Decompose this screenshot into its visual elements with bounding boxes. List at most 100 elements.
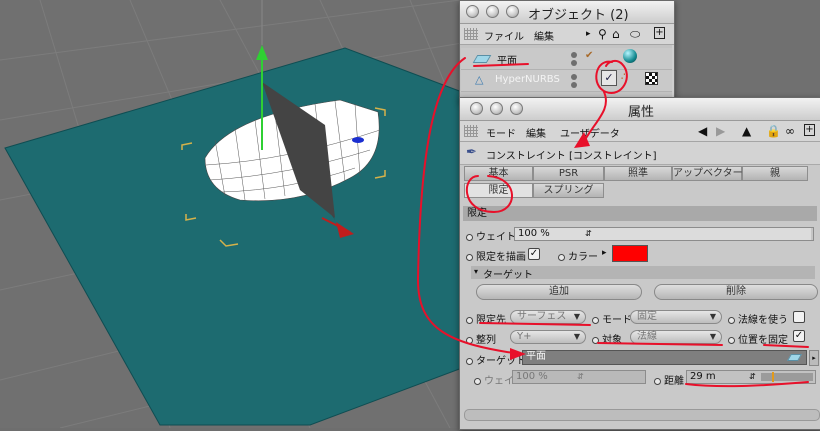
phong-tag-icon[interactable]: ✔ xyxy=(585,50,593,61)
home-icon[interactable]: ⌂ xyxy=(612,27,620,41)
menu-edit[interactable]: 編集 xyxy=(526,125,546,140)
zoom-button[interactable] xyxy=(510,102,523,115)
checker-tag-icon[interactable] xyxy=(645,72,658,85)
limit-to-label: 限定先 xyxy=(466,311,506,326)
link-icon[interactable]: ∞ xyxy=(785,124,795,138)
use-normal-checkbox[interactable] xyxy=(793,311,805,323)
color-swatch[interactable] xyxy=(612,245,648,262)
tab-parent[interactable]: 親 xyxy=(742,166,808,181)
target-link-value: 平面 xyxy=(526,351,546,362)
object-manager-title: オブジェクト (2) xyxy=(528,8,629,23)
plane-object-icon xyxy=(786,354,803,361)
object-row-plane[interactable]: 平面 ✔ xyxy=(461,48,672,70)
target-link-field[interactable]: 平面 xyxy=(522,350,807,365)
lock-icon[interactable]: 🔒 xyxy=(766,124,781,138)
tab-clamp[interactable]: 限定 xyxy=(464,183,533,198)
minimize-button[interactable] xyxy=(486,5,499,18)
constraint-tag-icon: ✒ xyxy=(466,145,477,160)
tag-title: コンストレイント [コンストレイント] xyxy=(486,151,657,162)
limit-to-value: サーフェス xyxy=(517,311,567,322)
weight-fill xyxy=(515,228,811,240)
target-axis-label: 対象 xyxy=(592,331,622,346)
expand-arrow-icon[interactable]: ▸ xyxy=(809,350,819,366)
back-arrow-icon[interactable]: ◀ xyxy=(698,124,707,138)
lock-position-checkbox[interactable]: ✓ xyxy=(793,330,805,342)
close-button[interactable] xyxy=(470,102,483,115)
align-dropdown[interactable]: Y+ ▼ xyxy=(510,330,586,344)
render-dot[interactable] xyxy=(571,82,577,88)
object-row-hypernurbs[interactable]: △ HyperNURBS ✓ ∴ xyxy=(461,70,672,92)
new-window-icon[interactable]: + xyxy=(804,124,815,136)
grip-icon[interactable] xyxy=(464,125,478,137)
tab-aim[interactable]: 照準 xyxy=(604,166,672,181)
target-group-label: ターゲット xyxy=(483,270,533,281)
distance-label: 距離 xyxy=(654,372,684,387)
object-manager-window: オブジェクト (2) ファイル 編集 ▸ ⚲ ⌂ ⬭ + 平面 ✔ △ Hype… xyxy=(459,0,675,102)
attributes-title: 属性 xyxy=(628,105,655,120)
distance-slider-knob[interactable] xyxy=(772,372,774,382)
color-label: カラー xyxy=(558,248,598,263)
target-axis-dropdown[interactable]: 法線 ▼ xyxy=(630,330,722,344)
menu-file[interactable]: ファイル xyxy=(484,28,524,43)
add-button[interactable]: 追加 xyxy=(476,284,642,300)
spin-arrows-icon[interactable]: ⇵ xyxy=(577,371,584,383)
attributes-window: 属性 モード 編集 ユーザデータ ◀ ▶ ▲ 🔒 ∞ + ✒ コンストレイント … xyxy=(459,97,820,430)
hypernurbs-icon: △ xyxy=(475,73,484,86)
align-value: Y+ xyxy=(517,331,532,342)
attributes-scrollbar[interactable] xyxy=(464,409,820,421)
new-window-icon[interactable]: + xyxy=(654,27,665,39)
menu-edit[interactable]: 編集 xyxy=(534,28,554,43)
menu-user-data[interactable]: ユーザデータ xyxy=(560,125,620,140)
up-arrow-icon[interactable]: ▲ xyxy=(742,124,751,138)
constraint-tag-icon[interactable]: ✓ xyxy=(601,70,617,86)
weight-field[interactable]: 100 % ⇵ xyxy=(514,227,814,241)
limit-to-dropdown[interactable]: サーフェス ▼ xyxy=(510,310,586,324)
weight2-value: 100 % xyxy=(516,371,548,382)
tab-psr[interactable]: PSR xyxy=(533,166,604,181)
mode-dropdown[interactable]: 固定 ▼ xyxy=(630,310,722,324)
weight2-field[interactable]: 100 % ⇵ xyxy=(512,370,646,384)
draw-limit-label: 限定を描画 xyxy=(466,248,526,263)
target-group-header[interactable]: ▾ ターゲット xyxy=(471,266,815,281)
nodes-tag-icon[interactable]: ∴ xyxy=(621,70,628,83)
close-button[interactable] xyxy=(466,5,479,18)
play-arrow-icon[interactable]: ▸ xyxy=(586,29,591,39)
object-label-hypernurbs: HyperNURBS xyxy=(495,74,560,85)
distance-value: 29 m xyxy=(690,371,716,382)
forward-arrow-icon[interactable]: ▶ xyxy=(716,124,725,138)
use-normal-label: 法線を使う xyxy=(728,311,788,326)
delete-button[interactable]: 削除 xyxy=(654,284,818,300)
minimize-button[interactable] xyxy=(490,102,503,115)
visibility-dot[interactable] xyxy=(571,52,577,58)
distance-slider-track[interactable] xyxy=(761,372,813,382)
section-title: 限定 xyxy=(463,206,817,221)
plane-object-icon xyxy=(472,55,492,63)
ellipse-icon[interactable]: ⬭ xyxy=(630,27,640,42)
spin-arrows-icon[interactable]: ⇵ xyxy=(585,228,592,240)
distance-field[interactable]: 29 m ⇵ xyxy=(686,370,816,384)
target-axis-value: 法線 xyxy=(637,331,657,342)
mode-value: 固定 xyxy=(637,311,657,322)
weight-value: 100 % xyxy=(518,228,550,239)
tab-basic[interactable]: 基本 xyxy=(464,166,533,181)
color-expand-icon[interactable]: ▸ xyxy=(602,248,607,258)
object-label-plane: 平面 xyxy=(497,56,517,67)
grip-icon[interactable] xyxy=(464,28,478,40)
tab-up-vector[interactable]: アップベクター xyxy=(672,166,743,181)
menu-mode[interactable]: モード xyxy=(486,125,516,140)
visibility-dot[interactable] xyxy=(571,74,577,80)
zoom-button[interactable] xyxy=(506,5,519,18)
spin-arrows-icon[interactable]: ⇵ xyxy=(749,371,756,383)
render-dot[interactable] xyxy=(571,60,577,66)
target-label: ターゲット xyxy=(466,352,526,367)
attributes-titlebar[interactable]: 属性 xyxy=(460,98,820,121)
draw-limit-checkbox[interactable]: ✓ xyxy=(528,248,540,260)
material-tag-icon[interactable] xyxy=(623,49,637,63)
disclosure-icon: ▾ xyxy=(474,267,479,276)
search-icon[interactable]: ⚲ xyxy=(598,27,607,41)
object-manager-titlebar[interactable]: オブジェクト (2) xyxy=(460,1,674,24)
tab-spring[interactable]: スプリング xyxy=(533,183,604,198)
align-label: 整列 xyxy=(466,331,496,346)
plane-object[interactable] xyxy=(4,47,471,426)
lock-position-label: 位置を固定 xyxy=(728,331,788,346)
